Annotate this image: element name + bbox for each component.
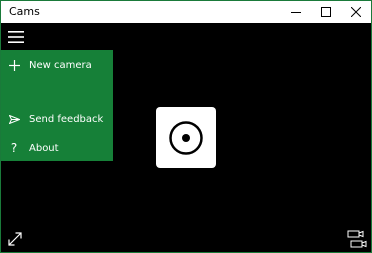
question-icon: ? <box>10 141 18 155</box>
switch-camera-icon <box>347 230 367 248</box>
menu-item-label: New camera <box>29 59 92 71</box>
menu-item-send-feedback[interactable]: Send feedback <box>1 108 113 130</box>
hamburger-icon <box>8 31 24 43</box>
close-icon <box>351 7 361 17</box>
maximize-button[interactable] <box>311 1 341 23</box>
close-button[interactable] <box>341 1 371 23</box>
hamburger-button[interactable] <box>5 27 27 47</box>
navigation-menu: New camera Send feedback ? About <box>1 50 113 161</box>
minimize-button[interactable] <box>281 1 311 23</box>
expand-icon <box>8 232 22 246</box>
send-icon <box>7 112 21 126</box>
menu-item-label: Send feedback <box>29 113 104 125</box>
maximize-icon <box>321 7 331 17</box>
app-window: Cams New camera Send feedback ? About <box>0 0 372 253</box>
capture-button[interactable] <box>156 107 216 168</box>
title-bar: Cams <box>1 1 371 23</box>
menu-item-label: About <box>29 142 59 154</box>
plus-icon <box>7 58 21 72</box>
menu-item-new-camera[interactable]: New camera <box>1 54 113 76</box>
expand-button[interactable] <box>7 231 23 247</box>
window-title: Cams <box>9 5 40 18</box>
camera-view: New camera Send feedback ? About <box>1 23 371 252</box>
record-icon <box>169 120 203 155</box>
switch-camera-button[interactable] <box>347 229 367 249</box>
minimize-icon <box>291 12 301 13</box>
menu-item-about[interactable]: ? About <box>1 137 113 159</box>
